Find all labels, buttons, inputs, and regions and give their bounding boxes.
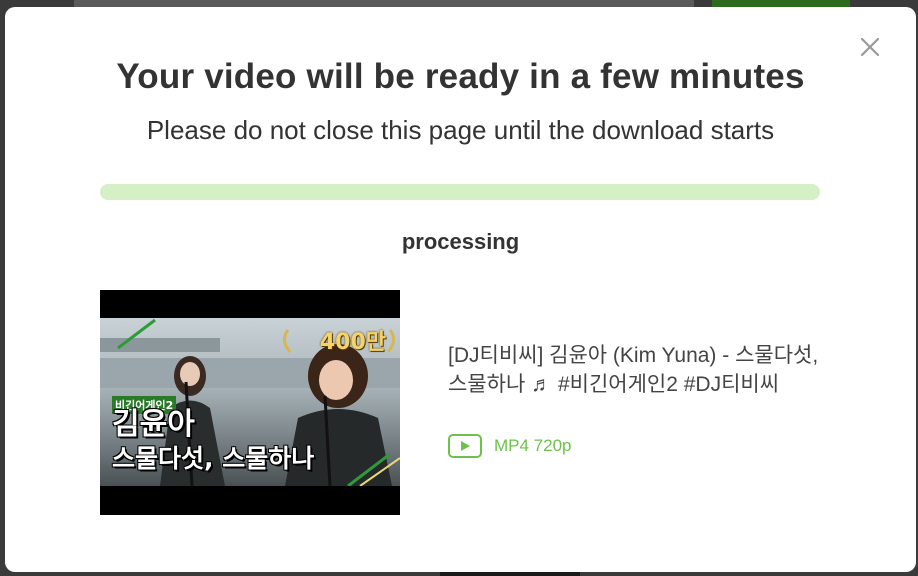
thumbnail-song: 스물다섯, 스물하나 bbox=[112, 444, 315, 473]
play-button[interactable] bbox=[448, 434, 482, 458]
format-option[interactable]: MP4 720p bbox=[448, 434, 572, 458]
close-button[interactable] bbox=[858, 35, 882, 59]
play-icon bbox=[461, 441, 470, 451]
modal-subtitle: Please do not close this page until the … bbox=[146, 115, 775, 145]
download-modal: Your video will be ready in a few minute… bbox=[5, 7, 916, 572]
close-icon bbox=[860, 37, 880, 57]
format-label: MP4 720p bbox=[494, 436, 572, 455]
thumbnail-artist: 김윤아 bbox=[112, 407, 195, 442]
modal-title: Your video will be ready in a few minute… bbox=[116, 57, 805, 96]
progress-bar bbox=[100, 184, 820, 200]
status-text: processing bbox=[401, 229, 520, 254]
video-title: [DJ티비씨] 김윤아 (Kim Yuna) - 스물다섯, 스물하나 ♬ #비… bbox=[448, 344, 819, 396]
video-thumbnail: 400만 비긴어게인2 김윤아 스물다섯, 스물하나 bbox=[100, 290, 400, 515]
thumbnail-image: 400만 비긴어게인2 김윤아 스물다섯, 스물하나 bbox=[100, 318, 400, 486]
thumbnail-badge: 400만 bbox=[319, 330, 386, 355]
